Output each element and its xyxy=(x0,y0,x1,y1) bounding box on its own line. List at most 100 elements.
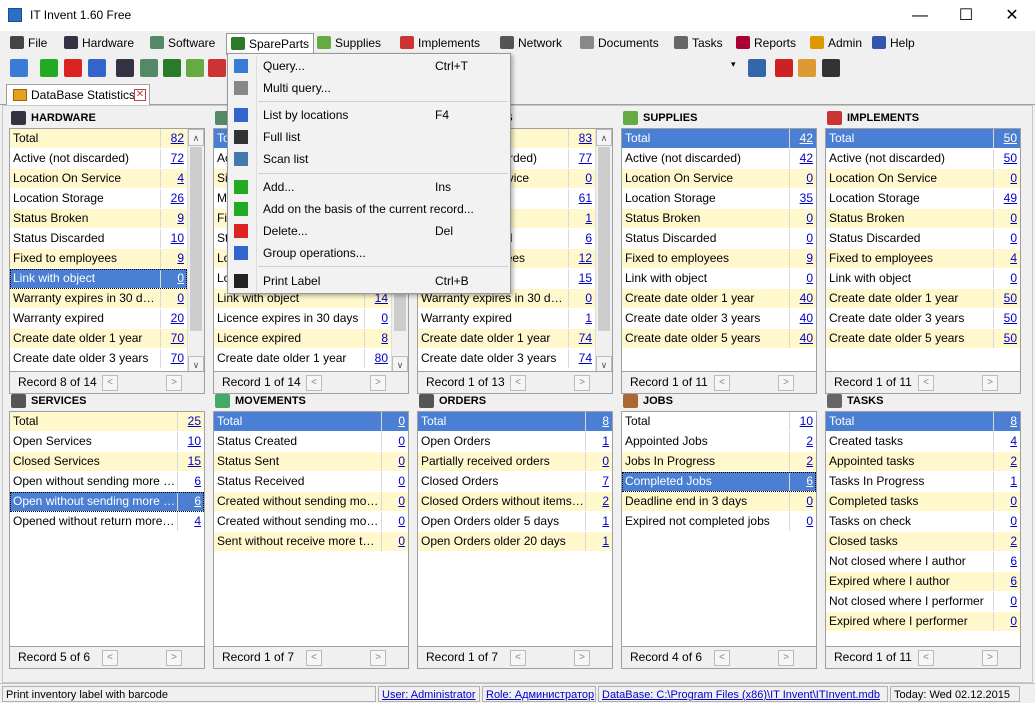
table-row[interactable]: Location On Service0 xyxy=(622,169,816,189)
table-row[interactable]: Partially received orders 0 xyxy=(418,452,612,472)
row-count-link[interactable]: 6 xyxy=(178,472,204,491)
table-row[interactable]: Jobs In Progress 2 xyxy=(622,452,816,472)
table-row[interactable]: Tasks on check 0 xyxy=(826,512,1020,532)
table-row[interactable]: Create date older 3 years 74 xyxy=(418,349,595,369)
report-icon[interactable] xyxy=(822,59,840,77)
row-count-link[interactable]: 35 xyxy=(790,189,816,208)
row-count-link[interactable]: 0 xyxy=(994,269,1020,288)
menu-hardware[interactable]: Hardware xyxy=(60,33,138,53)
table-row[interactable]: Opened without return more th... 4 xyxy=(10,512,204,532)
table-row[interactable]: Created tasks 4 xyxy=(826,432,1020,452)
table-row[interactable]: Location Storage 35 xyxy=(622,189,816,209)
row-count-link[interactable]: 0 xyxy=(382,512,408,531)
menu-implements[interactable]: Implements xyxy=(396,33,484,53)
row-count-link[interactable]: 70 xyxy=(161,329,187,348)
table-row[interactable]: Deadline end in 3 days 0 xyxy=(622,492,816,512)
row-count-link[interactable]: 50 xyxy=(994,129,1020,148)
database-icon[interactable] xyxy=(798,59,816,77)
table-row[interactable]: Total 8 xyxy=(418,412,612,432)
row-count-link[interactable]: 10 xyxy=(161,229,187,248)
table-row[interactable]: Total 8 xyxy=(826,412,1020,432)
menu-item-multi-query[interactable]: Multi query... xyxy=(230,77,508,99)
table-row[interactable]: Active (not discarded) 42 xyxy=(622,149,816,169)
close-button[interactable]: ✕ xyxy=(989,0,1035,31)
row-count-link[interactable]: 74 xyxy=(569,349,595,368)
row-count-link[interactable]: 0 xyxy=(994,492,1020,511)
row-count-link[interactable]: 26 xyxy=(161,189,187,208)
table-row[interactable]: Link with object 0 xyxy=(622,269,816,289)
menu-file[interactable]: File xyxy=(6,33,51,53)
table-row[interactable]: Status Created 0 xyxy=(214,432,408,452)
scroll-down-icon[interactable]: ∨ xyxy=(596,356,612,371)
table-row[interactable]: Open Orders older 5 days 1 xyxy=(418,512,612,532)
add-icon[interactable] xyxy=(40,59,58,77)
vertical-scrollbar[interactable]: ∧∨ xyxy=(595,129,612,371)
row-count-link[interactable]: 15 xyxy=(178,452,204,471)
menu-supplies[interactable]: Supplies xyxy=(313,33,385,53)
table-row[interactable]: Expired where I performer 0 xyxy=(826,612,1020,632)
menu-item-add-on-the-basis-of-the-current-record[interactable]: Add on the basis of the current record..… xyxy=(230,198,508,220)
prev-record-button[interactable]: < xyxy=(102,650,118,666)
row-count-link[interactable]: 4 xyxy=(161,169,187,188)
table-row[interactable]: Status Broken 0 xyxy=(826,209,1020,229)
menu-item-print-label[interactable]: Print Label Ctrl+B xyxy=(230,270,508,292)
prev-record-button[interactable]: < xyxy=(714,375,730,391)
search-icon[interactable] xyxy=(10,59,28,77)
status-database[interactable]: DataBase: C:\Program Files (x86)\IT Inve… xyxy=(598,686,888,702)
table-row[interactable]: Created without sending more ... 0 xyxy=(214,492,408,512)
prev-record-button[interactable]: < xyxy=(918,375,934,391)
prev-record-button[interactable]: < xyxy=(510,650,526,666)
find-icon[interactable] xyxy=(748,59,766,77)
row-count-link[interactable]: 40 xyxy=(790,289,816,308)
menu-network[interactable]: Network xyxy=(496,33,566,53)
table-row[interactable]: Location Storage 26 xyxy=(10,189,187,209)
table-row[interactable]: Status Received 0 xyxy=(214,472,408,492)
row-count-link[interactable]: 1 xyxy=(586,512,612,531)
table-row[interactable]: Warranty expires in 30 days 0 xyxy=(10,289,187,309)
table-row[interactable]: Open Orders older 20 days 1 xyxy=(418,532,612,552)
row-count-link[interactable]: 8 xyxy=(994,412,1020,431)
table-row[interactable]: Open Orders 1 xyxy=(418,432,612,452)
blocks-icon[interactable] xyxy=(208,59,226,77)
row-count-link[interactable]: 0 xyxy=(994,169,1020,188)
table-row[interactable]: Create date older 5 years 40 xyxy=(622,329,816,349)
next-record-button[interactable]: > xyxy=(370,650,386,666)
row-count-link[interactable]: 0 xyxy=(365,309,391,328)
row-count-link[interactable]: 0 xyxy=(586,452,612,471)
row-count-link[interactable]: 42 xyxy=(790,129,816,148)
table-row[interactable]: Total 42 xyxy=(622,129,816,149)
delete-icon[interactable] xyxy=(64,59,82,77)
table-row[interactable]: Location On Service 4 xyxy=(10,169,187,189)
row-count-link[interactable]: 0 xyxy=(161,269,187,288)
row-count-link[interactable]: 0 xyxy=(382,432,408,451)
table-row[interactable]: Total 0 xyxy=(214,412,408,432)
scroll-thumb[interactable] xyxy=(190,147,202,331)
table-row[interactable]: Active (not discarded) 50 xyxy=(826,149,1020,169)
table-row[interactable]: Create date older 1 year 80 xyxy=(214,349,391,369)
table-row[interactable]: Licence expired 8 xyxy=(214,329,391,349)
row-count-link[interactable]: 0 xyxy=(569,289,595,308)
table-row[interactable]: Open without sending more th... 6 xyxy=(10,492,204,512)
status-user[interactable]: User: Administrator xyxy=(378,686,480,702)
row-count-link[interactable]: 2 xyxy=(994,452,1020,471)
scroll-up-icon[interactable]: ∧ xyxy=(596,129,612,146)
next-record-button[interactable]: > xyxy=(166,375,182,391)
table-row[interactable]: Sent without receive more the... 0 xyxy=(214,532,408,552)
row-count-link[interactable]: 0 xyxy=(382,452,408,471)
row-count-link[interactable]: 1 xyxy=(586,432,612,451)
menu-item-list-by-locations[interactable]: List by locations F4 xyxy=(230,104,508,126)
close-icon[interactable]: ✕ xyxy=(134,89,146,101)
table-row[interactable]: Open without sending more th... 6 xyxy=(10,472,204,492)
row-count-link[interactable]: 7 xyxy=(586,472,612,491)
row-count-link[interactable]: 0 xyxy=(569,169,595,188)
table-row[interactable]: Tasks In Progress 1 xyxy=(826,472,1020,492)
table-row[interactable]: Status Discarded 0 xyxy=(826,229,1020,249)
row-count-link[interactable]: 25 xyxy=(178,412,204,431)
row-count-link[interactable]: 12 xyxy=(569,249,595,268)
minimize-button[interactable]: — xyxy=(897,0,943,31)
prev-record-button[interactable]: < xyxy=(306,375,322,391)
prev-record-button[interactable]: < xyxy=(306,650,322,666)
table-row[interactable]: Create date older 1 year 74 xyxy=(418,329,595,349)
table-row[interactable]: Not closed where I author 6 xyxy=(826,552,1020,572)
row-count-link[interactable]: 0 xyxy=(790,492,816,511)
